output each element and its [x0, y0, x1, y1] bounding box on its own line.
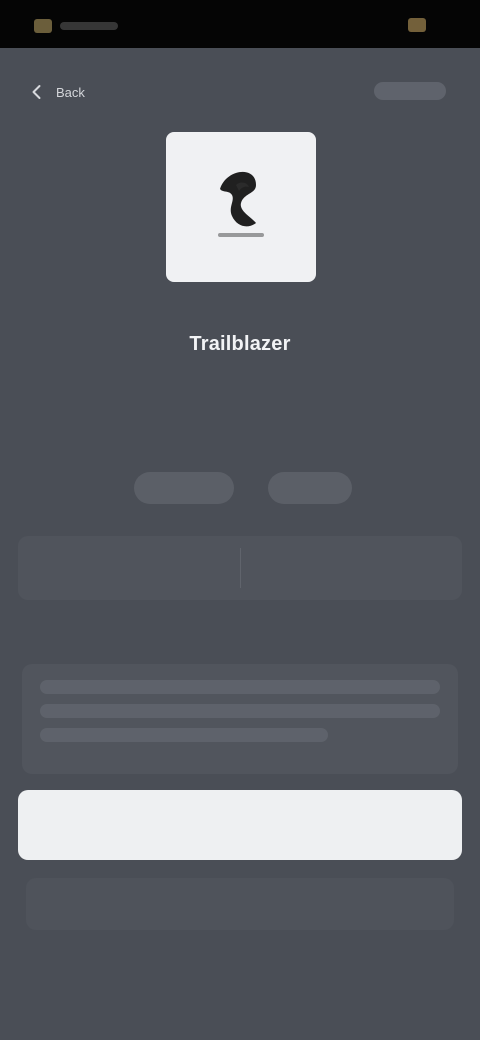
badge-subtitle	[150, 292, 330, 312]
info-line	[40, 680, 440, 694]
stats-note	[88, 606, 392, 622]
info-line	[40, 704, 440, 718]
back-label: Back	[56, 84, 85, 100]
stats-card	[18, 536, 462, 600]
notification-icon	[34, 19, 52, 33]
stat-left	[18, 536, 240, 600]
primary-action-button[interactable]	[18, 790, 462, 860]
status-text	[60, 22, 118, 30]
badge-image	[166, 132, 316, 282]
secondary-action-button[interactable]	[26, 878, 454, 930]
footer-link[interactable]	[150, 964, 330, 988]
badge-chip-2	[268, 472, 352, 504]
chevron-left-icon	[32, 85, 41, 99]
back-button[interactable]: Back	[28, 78, 138, 106]
badge-chip-1	[134, 472, 234, 504]
badge-description	[68, 381, 412, 443]
badge-title: Trailblazer	[189, 333, 291, 355]
info-panel	[22, 664, 458, 774]
top-header: Back	[0, 56, 480, 124]
info-line	[40, 728, 328, 742]
header-action[interactable]	[374, 82, 446, 100]
status-left	[34, 18, 126, 34]
stat-right	[240, 536, 462, 600]
status-bar	[0, 0, 480, 48]
trail-mountain-icon	[218, 171, 264, 237]
battery-icon	[408, 18, 426, 32]
